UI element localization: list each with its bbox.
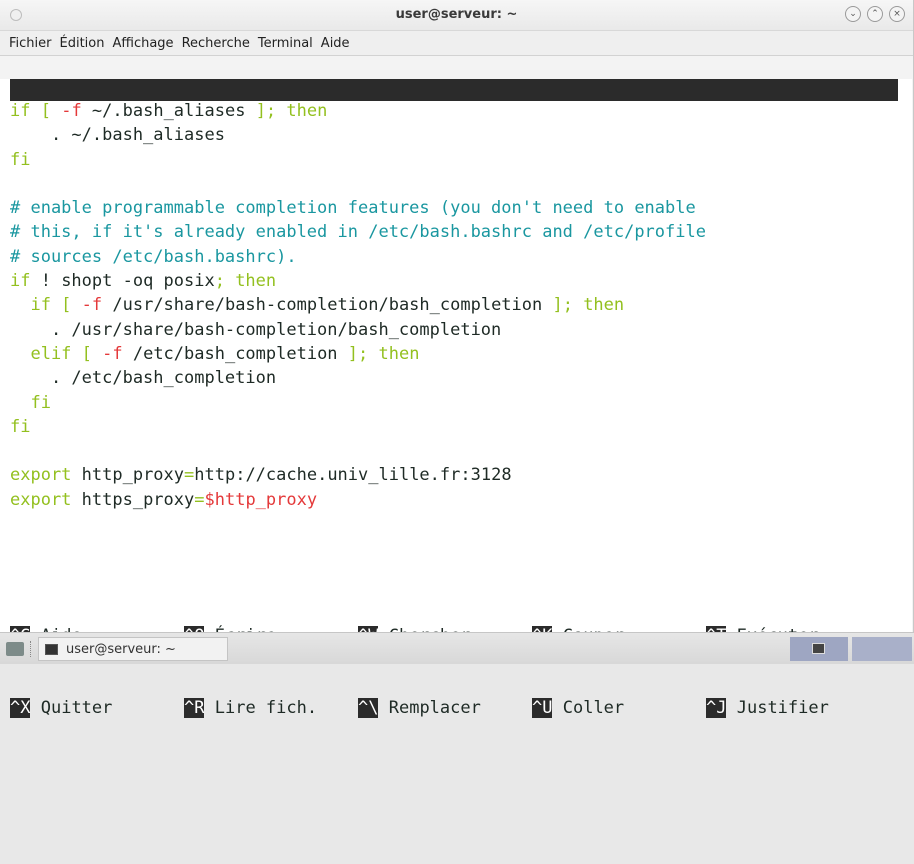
code-token: http_proxy [71, 465, 185, 486]
minimize-button[interactable]: ⌄ [845, 6, 861, 22]
taskbar: user@serveur: ~ [0, 632, 914, 664]
code-line: . /etc/bash_completion [10, 366, 900, 390]
code-line: fi [10, 415, 900, 439]
shortcut-bar: ^G Aide ^O Écrire ^W Chercher ^K Couper … [10, 576, 900, 768]
code-token: = [194, 489, 205, 510]
window-title: user@serveur: ~ [395, 7, 518, 22]
code-token: ]; then [552, 295, 625, 316]
code-token: export [10, 489, 72, 510]
code-token: /etc/bash_completion [122, 343, 348, 364]
taskbar-terminal-button[interactable]: user@serveur: ~ [38, 637, 228, 661]
code-token: -f [61, 101, 82, 121]
code-token: . ~/.bash_aliases [10, 125, 225, 146]
code-token: # this, if it's already enabled in /etc/… [10, 222, 706, 243]
code-token: # sources /etc/bash.bashrc). [10, 246, 297, 267]
taskbar-task-label: user@serveur: ~ [66, 641, 176, 657]
code-token: if [10, 271, 31, 292]
shortcut-label: Quitter [40, 698, 113, 718]
code-token: if [10, 101, 31, 121]
shortcut-read-file[interactable]: ^R Lire fich. [184, 696, 317, 720]
code-token: /usr/share/bash-completion/bash_completi… [102, 295, 553, 316]
shortcut-quit[interactable]: ^X Quitter [10, 696, 112, 720]
menu-recherche[interactable]: Recherche [179, 34, 253, 53]
window-controls: ⌄ ⌃ × [845, 6, 905, 22]
code-token: http://cache.univ_lille.fr [194, 465, 461, 486]
chevron-up-icon: ⌃ [871, 8, 879, 19]
shortcut-key: ^\ [358, 698, 379, 718]
code-token: . /usr/share/bash-completion/bash_comple… [10, 319, 502, 340]
code-line: # sources /etc/bash.bashrc). [10, 245, 900, 269]
maximize-button[interactable]: ⌃ [867, 6, 883, 22]
code-token: ]; then [347, 343, 420, 364]
code-line: elif [ -f /etc/bash_completion ]; then [10, 342, 900, 366]
code-line: export http_proxy=http://cache.univ_lill… [10, 463, 900, 487]
show-desktop-icon[interactable] [6, 642, 24, 656]
code-token: fi [10, 416, 31, 437]
menu-fichier[interactable]: Fichier [6, 34, 55, 53]
code-token: :3128 [460, 465, 512, 486]
terminal-area[interactable]: GNU nano 5.4 /home/user/.bashrc if [ -f … [0, 79, 912, 718]
shortcut-label: Coller [562, 698, 625, 718]
close-button[interactable]: × [889, 6, 905, 22]
shortcut-key: ^R [184, 698, 205, 718]
terminal-icon [45, 643, 58, 655]
menu-terminal[interactable]: Terminal [255, 34, 316, 53]
close-icon: × [893, 8, 901, 19]
code-token: ! shopt -oq posix [30, 271, 215, 292]
code-token: $http_proxy [204, 489, 318, 510]
code-line: if [ -f /usr/share/bash-completion/bash_… [10, 293, 900, 317]
shortcut-replace[interactable]: ^\ Remplacer [358, 696, 481, 720]
code-token: export [10, 465, 72, 486]
shortcut-paste[interactable]: ^U Coller [532, 696, 624, 720]
menu-aide[interactable]: Aide [318, 34, 353, 53]
code-line: . /usr/share/bash-completion/bash_comple… [10, 318, 900, 342]
shortcut-row-2: ^X Quitter ^R Lire fich. ^\ Remplacer ^U… [10, 696, 900, 720]
title-bar[interactable]: user@serveur: ~ ⌄ ⌃ × [0, 0, 913, 31]
workspace-icon [812, 643, 825, 654]
code-line: if ! shopt -oq posix; then [10, 269, 900, 293]
code-token: -f [102, 343, 123, 364]
code-line: fi [10, 391, 900, 415]
code-token: [ [30, 101, 62, 121]
workspace-switcher[interactable] [790, 637, 848, 661]
code-token: ; then [214, 271, 277, 292]
taskbar-separator [30, 641, 33, 657]
code-line: # this, if it's already enabled in /etc/… [10, 220, 900, 244]
menu-affichage[interactable]: Affichage [109, 34, 176, 53]
shortcut-label: Remplacer [388, 698, 481, 718]
code-token: fi [10, 392, 51, 413]
code-line: export https_proxy=$http_proxy [10, 488, 900, 512]
code-token: ~/.bash_aliases [81, 101, 256, 121]
nano-header-bar: GNU nano 5.4 /home/user/.bashrc [10, 79, 898, 144]
shortcut-key: ^U [532, 698, 553, 718]
code-token: if [ [10, 295, 82, 316]
code-line: fi [10, 148, 900, 172]
shortcut-key: ^J [706, 698, 727, 718]
code-token: elif [ [10, 343, 103, 364]
shortcut-key: ^X [10, 698, 31, 718]
shortcut-justify[interactable]: ^J Justifier [706, 696, 829, 720]
code-token: # enable programmable completion feature… [10, 198, 696, 219]
code-token: -f [81, 295, 103, 316]
chevron-down-icon: ⌄ [849, 8, 857, 19]
code-token: = [184, 465, 195, 486]
menu-bar: Fichier Édition Affichage Recherche Term… [0, 31, 913, 56]
shortcut-label: Justifier [736, 698, 829, 718]
system-tray[interactable] [852, 637, 912, 661]
code-token: ]; then [255, 101, 328, 121]
code-line: . ~/.bash_aliases [10, 123, 900, 147]
shortcut-label: Lire fich. [214, 698, 318, 718]
code-line: # enable programmable completion feature… [10, 196, 900, 220]
code-line: if [ -f ~/.bash_aliases ]; then [10, 99, 900, 123]
code-token: fi [10, 149, 31, 170]
code-token: . /etc/bash_completion [10, 368, 277, 389]
menu-edition[interactable]: Édition [57, 34, 108, 53]
editor-buffer[interactable]: if [ -f ~/.bash_aliases ]; then . ~/.bas… [10, 99, 900, 512]
code-token: https_proxy [71, 489, 195, 510]
